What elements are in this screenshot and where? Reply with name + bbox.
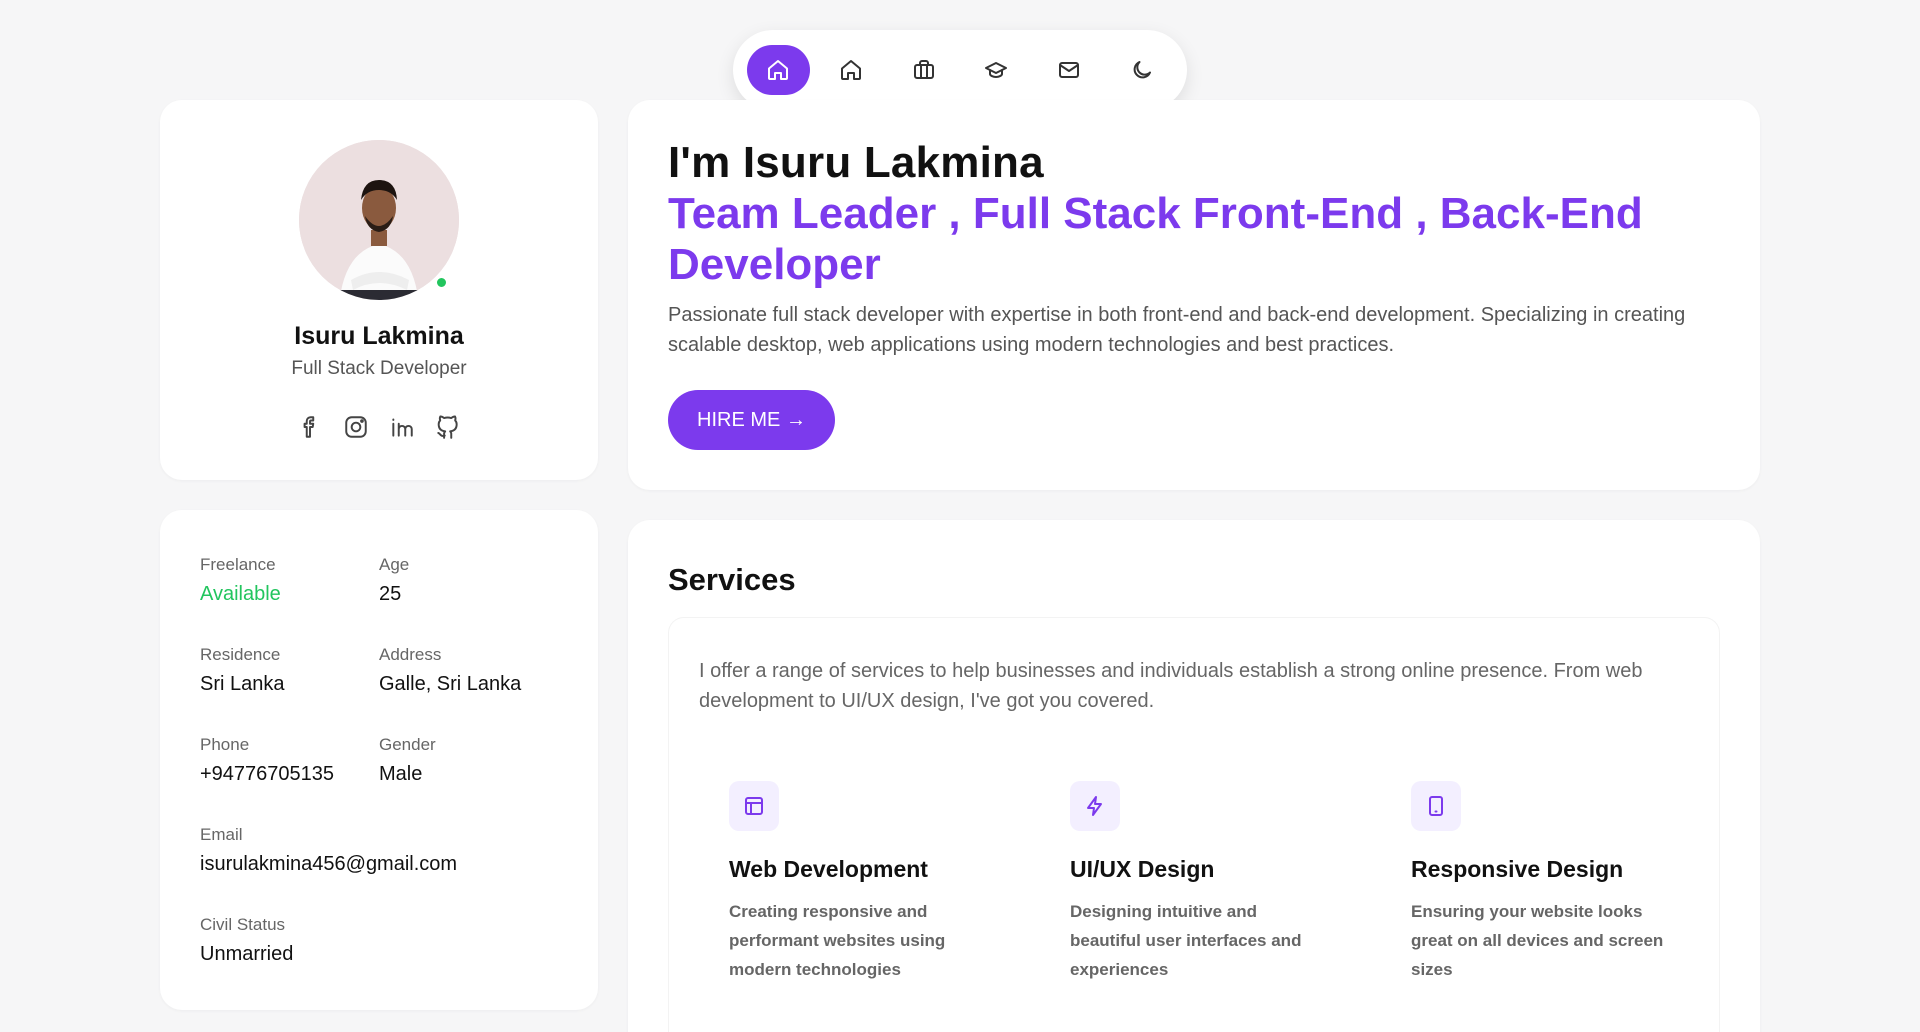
info-label: Civil Status <box>200 915 286 934</box>
hero-card: I'm Isuru Lakmina Team Leader , Full Sta… <box>628 100 1760 490</box>
top-nav <box>733 30 1187 110</box>
briefcase-icon <box>913 60 934 79</box>
info-value: Available <box>200 583 281 605</box>
service-description: Ensuring your website looks great on all… <box>1411 902 1664 979</box>
zap-icon <box>1087 796 1102 816</box>
info-email: Email isurulakmina456@gmail.com <box>200 825 457 876</box>
nav-about-button[interactable] <box>820 45 883 95</box>
info-label: Age <box>379 555 410 574</box>
online-status-dot <box>435 276 448 289</box>
service-icon-box <box>1411 781 1461 831</box>
instagram-icon <box>345 416 367 438</box>
info-value: Unmarried <box>200 943 294 965</box>
personal-info-card: Freelance Available Age 25 Residence Sri… <box>160 510 598 1010</box>
service-title: UI/UX Design <box>1070 856 1215 882</box>
service-web-development: Web Development Creating responsive and … <box>729 781 1019 984</box>
info-phone: Phone +94776705135 <box>200 735 334 786</box>
mail-icon <box>1059 62 1080 78</box>
linkedin-link[interactable] <box>388 413 416 441</box>
facebook-link[interactable] <box>296 413 324 441</box>
service-responsive-design: Responsive Design Ensuring your website … <box>1411 781 1701 984</box>
info-label: Phone <box>200 735 250 754</box>
info-label: Freelance <box>200 555 276 574</box>
graduation-cap-icon <box>985 62 1008 78</box>
moon-icon <box>1133 61 1151 79</box>
services-title: Services <box>668 562 796 597</box>
avatar <box>299 140 459 300</box>
hero-description: Passionate full stack developer with exp… <box>668 304 1686 356</box>
services-panel: I offer a range of services to help busi… <box>668 617 1720 1032</box>
profile-role: Full Stack Developer <box>291 358 467 379</box>
services-card: Services I offer a range of services to … <box>628 520 1760 1032</box>
info-gender: Gender Male <box>379 735 436 786</box>
facebook-icon <box>303 416 315 438</box>
service-title: Web Development <box>729 856 928 882</box>
info-value: Galle, Sri Lanka <box>379 673 522 695</box>
service-title: Responsive Design <box>1411 856 1624 882</box>
info-civil-status: Civil Status Unmarried <box>200 915 293 966</box>
info-label: Email <box>200 825 243 844</box>
profile-name: Isuru Lakmina <box>294 322 464 350</box>
info-address: Address Galle, Sri Lanka <box>379 645 521 696</box>
nav-work-button[interactable] <box>892 45 955 95</box>
home-icon <box>768 60 789 80</box>
service-icon-box <box>1070 781 1120 831</box>
home-icon <box>841 60 861 80</box>
nav-theme-toggle[interactable] <box>1110 45 1173 95</box>
profile-card: Isuru Lakmina Full Stack Developer <box>160 100 598 480</box>
service-description: Designing intuitive and beautiful user i… <box>1070 902 1302 979</box>
nav-contact-button[interactable] <box>1038 45 1101 95</box>
github-icon <box>437 415 458 439</box>
info-value: 25 <box>379 583 402 605</box>
linkedin-icon <box>392 418 413 437</box>
info-value: isurulakmina456@gmail.com <box>200 853 458 875</box>
info-label: Gender <box>379 735 436 754</box>
info-label: Address <box>379 645 442 664</box>
instagram-link[interactable] <box>342 413 370 441</box>
info-freelance: Freelance Available <box>200 555 281 606</box>
service-icon-box <box>729 781 779 831</box>
nav-education-button[interactable] <box>965 45 1028 95</box>
service-description: Creating responsive and performant websi… <box>729 902 946 979</box>
hero-title: I'm Isuru Lakmina <box>668 138 1044 187</box>
info-age: Age 25 <box>379 555 409 606</box>
avatar-photo <box>299 140 459 300</box>
services-description: I offer a range of services to help busi… <box>699 660 1643 712</box>
info-residence: Residence Sri Lanka <box>200 645 285 696</box>
hire-me-button[interactable]: HIRE ME → <box>668 390 835 450</box>
social-links <box>160 413 598 441</box>
info-value: +94776705135 <box>200 763 335 785</box>
github-link[interactable] <box>434 413 462 441</box>
layout-icon <box>745 797 763 815</box>
hero-subtitle: Team Leader , Full Stack Front-End , Bac… <box>668 189 1643 289</box>
tablet-icon <box>1429 796 1443 816</box>
service-uiux-design: UI/UX Design Designing intuitive and bea… <box>1070 781 1360 984</box>
info-value: Sri Lanka <box>200 673 285 695</box>
nav-home-button[interactable] <box>747 45 810 95</box>
info-label: Residence <box>200 645 281 664</box>
info-value: Male <box>379 763 423 785</box>
